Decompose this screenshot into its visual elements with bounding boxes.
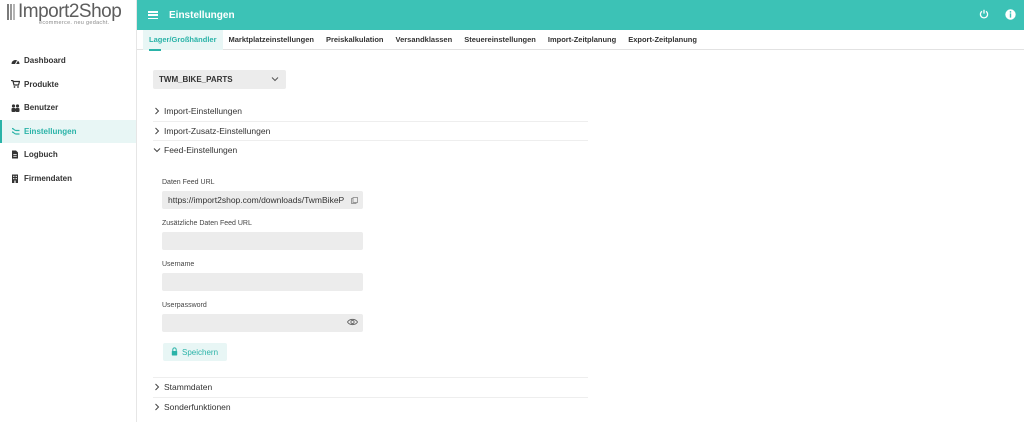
- save-button-label: Speichern: [182, 347, 219, 357]
- settings-icon: [10, 126, 20, 136]
- section-label: Stammdaten: [164, 382, 213, 392]
- sidebar-item-label: Benutzer: [24, 103, 59, 113]
- sidebar-item-company[interactable]: Firmendaten: [0, 167, 136, 191]
- data-feed-url-field[interactable]: https://import2shop.com/downloads/TwmBik…: [162, 191, 363, 209]
- lock-icon: [171, 346, 178, 358]
- brand-logo[interactable]: Import2Shop ecommerce. neu gedacht.: [0, 0, 136, 30]
- sidebar-item-label: Produkte: [24, 79, 59, 89]
- section-label: Import-Einstellungen: [164, 106, 242, 116]
- tab-shipping[interactable]: Versandklassen: [389, 30, 458, 50]
- section-import-settings[interactable]: Import-Einstellungen: [153, 101, 588, 121]
- sidebar-item-label: Dashboard: [24, 56, 66, 66]
- page-title: Einstellungen: [169, 9, 235, 21]
- supplier-select-value: TWM_BIKE_PARTS: [159, 75, 233, 84]
- extra-feed-url-field[interactable]: [162, 232, 363, 250]
- section-import-extra-settings[interactable]: Import-Zusatz-Einstellungen: [153, 121, 588, 141]
- tab-pricing[interactable]: Preiskalkulation: [320, 30, 390, 50]
- section-label: Sonderfunktionen: [164, 402, 231, 412]
- info-icon[interactable]: [1004, 8, 1016, 20]
- settings-tabs: Lager/Großhändler Marktplatzeinstellunge…: [137, 29, 1024, 51]
- sidebar-item-dashboard[interactable]: Dashboard: [0, 49, 136, 73]
- copy-icon[interactable]: [351, 196, 358, 206]
- section-feed-settings[interactable]: Feed-Einstellungen: [153, 140, 588, 160]
- sidebar-item-label: Logbuch: [24, 150, 58, 160]
- top-bar: Einstellungen: [137, 0, 1024, 30]
- dashboard-icon: [10, 56, 20, 66]
- section-label: Import-Zusatz-Einstellungen: [164, 126, 271, 136]
- sidebar-item-settings[interactable]: Einstellungen: [0, 119, 136, 143]
- logbook-icon: [10, 150, 20, 160]
- section-master-data[interactable]: Stammdaten: [153, 377, 588, 397]
- sidebar: Import2Shop ecommerce. neu gedacht. Dash…: [0, 0, 137, 422]
- password-field[interactable]: [162, 314, 363, 332]
- tab-supplier[interactable]: Lager/Großhändler: [143, 29, 223, 51]
- save-button[interactable]: Speichern: [163, 343, 227, 361]
- supplier-select[interactable]: TWM_BIKE_PARTS: [153, 70, 286, 89]
- tab-import-schedule[interactable]: Import-Zeitplanung: [542, 30, 622, 50]
- chevron-right-icon: [153, 127, 161, 135]
- building-icon: [10, 173, 20, 183]
- section-special-functions[interactable]: Sonderfunktionen: [153, 397, 588, 417]
- logo-bars-icon: [7, 4, 17, 20]
- brand-tagline: ecommerce. neu gedacht.: [39, 20, 110, 26]
- chevron-right-icon: [153, 403, 161, 411]
- chevron-down-icon: [271, 75, 279, 84]
- tab-marketplace[interactable]: Marktplatzeinstellungen: [223, 30, 320, 50]
- eye-icon[interactable]: [346, 318, 359, 328]
- tab-export-schedule[interactable]: Export-Zeitplanung: [622, 30, 703, 50]
- data-feed-url-value: https://import2shop.com/downloads/TwmBik…: [168, 195, 345, 205]
- sidebar-item-label: Firmendaten: [24, 173, 73, 183]
- section-label: Feed-Einstellungen: [164, 145, 238, 155]
- tab-tax[interactable]: Steuereinstellungen: [458, 30, 542, 50]
- data-feed-url-label: Daten Feed URL: [162, 179, 215, 186]
- power-icon[interactable]: [978, 8, 990, 20]
- sidebar-item-products[interactable]: Produkte: [0, 73, 136, 97]
- sidebar-item-label: Einstellungen: [24, 126, 77, 136]
- menu-toggle-icon[interactable]: [148, 11, 158, 19]
- chevron-down-icon: [153, 146, 161, 154]
- users-icon: [10, 103, 20, 113]
- chevron-right-icon: [153, 383, 161, 391]
- username-field[interactable]: [162, 273, 363, 291]
- sidebar-item-users[interactable]: Benutzer: [0, 96, 136, 120]
- cart-icon: [10, 79, 20, 89]
- username-label: Username: [162, 261, 195, 268]
- extra-feed-url-label: Zusätzliche Daten Feed URL: [162, 220, 252, 227]
- sidebar-item-logbook[interactable]: Logbuch: [0, 143, 136, 167]
- header-actions: [978, 8, 1016, 20]
- password-label: Userpassword: [162, 302, 207, 309]
- chevron-right-icon: [153, 107, 161, 115]
- sidebar-nav: Dashboard Produkte Benutzer Einstellunge…: [0, 49, 136, 190]
